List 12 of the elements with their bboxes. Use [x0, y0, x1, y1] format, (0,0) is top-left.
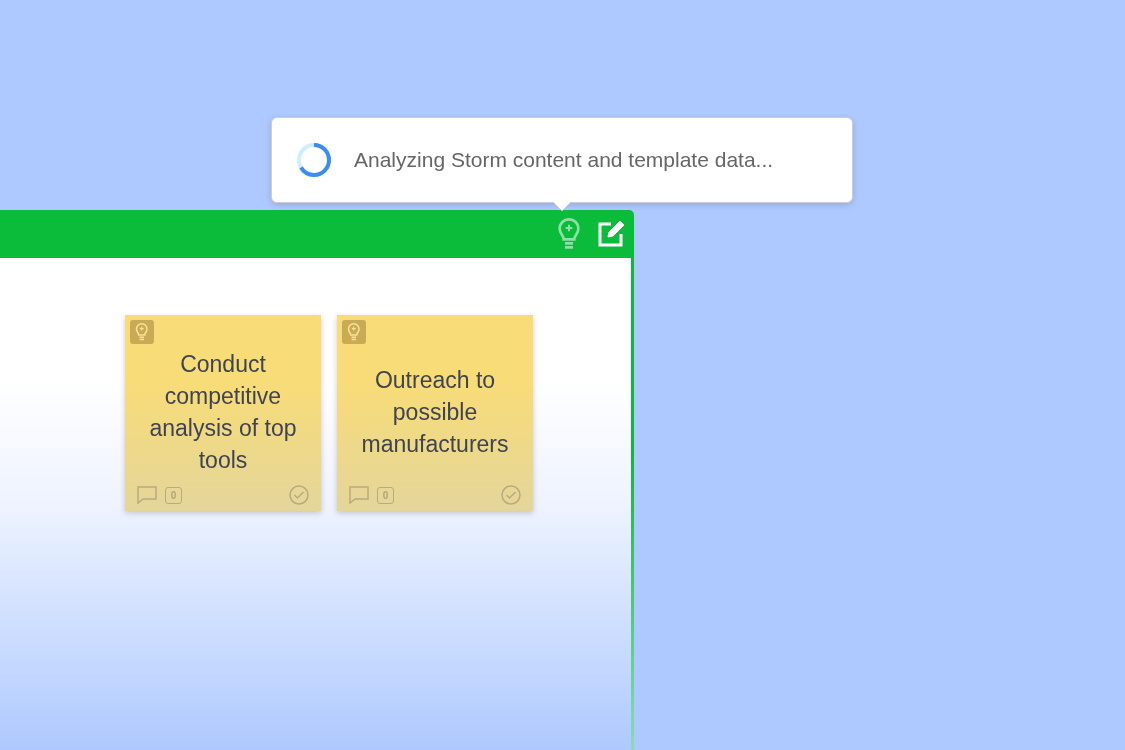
note-text: Outreach to possible manufacturers: [360, 366, 510, 459]
lightbulb-icon: [557, 218, 581, 250]
note-text: Conduct competitive analysis of top tools: [148, 350, 298, 475]
status-text: Analyzing Storm content and template data...: [354, 148, 774, 172]
comment-icon[interactable]: [137, 486, 157, 504]
lightbulb-icon: [135, 323, 149, 341]
edit-icon[interactable]: [597, 220, 625, 248]
loading-spinner-icon: [296, 142, 332, 178]
check-circle-icon[interactable]: [501, 485, 521, 505]
comment-icon[interactable]: [349, 486, 369, 504]
check-circle-icon[interactable]: [289, 485, 309, 505]
lightbulb-icon: [347, 323, 361, 341]
